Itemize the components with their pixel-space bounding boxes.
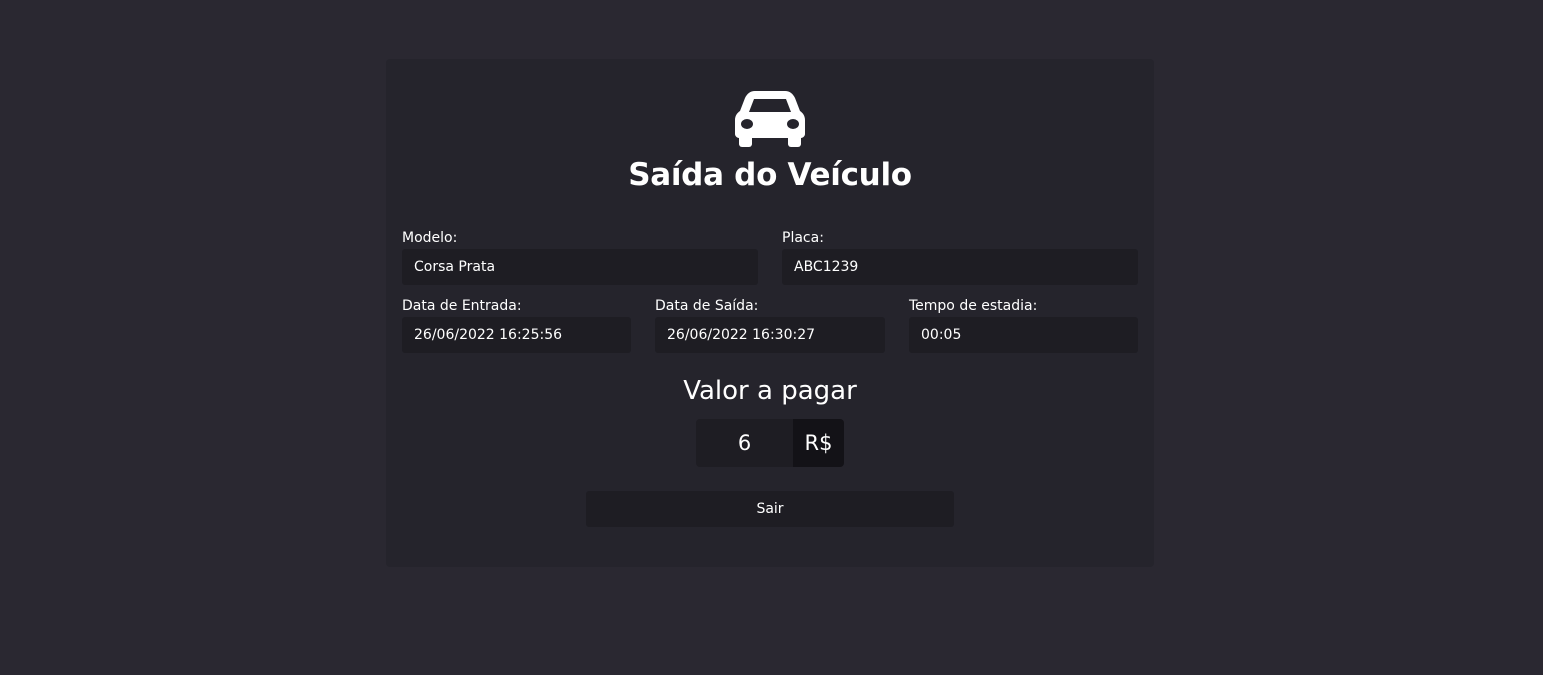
tempo-estadia-label: Tempo de estadia: xyxy=(909,298,1038,314)
valor-input-group: R$ xyxy=(696,419,844,467)
data-saida-field[interactable] xyxy=(655,317,885,353)
modelo-label: Modelo: xyxy=(402,230,458,246)
valor-field[interactable] xyxy=(696,419,793,467)
valor-title: Valor a pagar xyxy=(683,376,857,406)
page-title: Saída do Veículo xyxy=(628,157,912,193)
placa-label: Placa: xyxy=(782,230,824,246)
data-saida-label: Data de Saída: xyxy=(655,298,759,314)
sair-button[interactable]: Sair xyxy=(586,491,954,527)
tempo-estadia-field[interactable] xyxy=(909,317,1138,353)
placa-field[interactable] xyxy=(782,249,1138,285)
exit-card: Saída do Veículo Modelo: Placa: Data de … xyxy=(386,59,1154,567)
data-entrada-label: Data de Entrada: xyxy=(402,298,522,314)
car-icon xyxy=(735,91,805,147)
modelo-field[interactable] xyxy=(402,249,758,285)
currency-addon: R$ xyxy=(793,419,844,467)
data-entrada-field[interactable] xyxy=(402,317,631,353)
